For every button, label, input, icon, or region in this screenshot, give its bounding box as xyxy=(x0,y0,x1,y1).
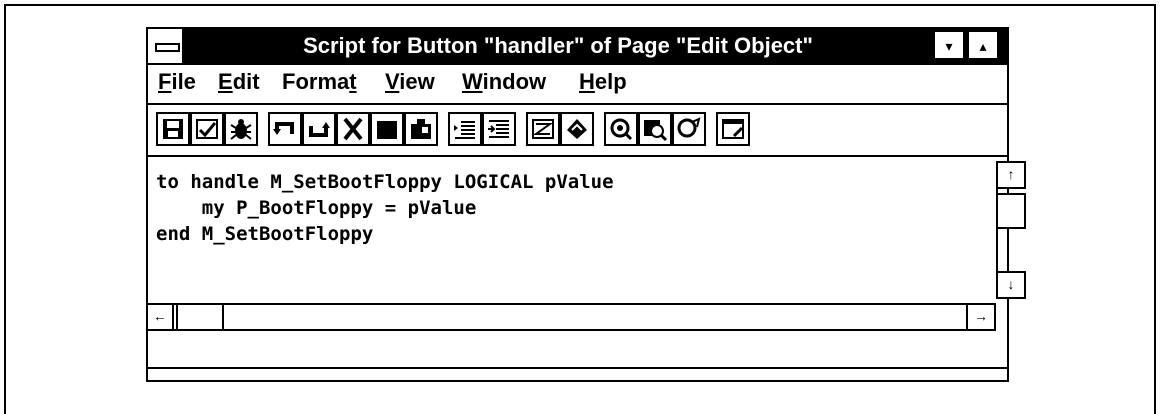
comment-icon xyxy=(532,119,554,139)
indent-icon xyxy=(454,121,475,139)
menu-bar: File Edit Format View Window Help xyxy=(148,65,1007,105)
maximize-icon: ▴ xyxy=(979,38,987,54)
search-icon xyxy=(610,118,633,141)
menu-view[interactable]: View xyxy=(385,69,435,95)
script-window: Script for Button "handler" of Page "Edi… xyxy=(146,27,1026,382)
paste-icon xyxy=(411,119,431,139)
undo-button[interactable] xyxy=(268,112,302,146)
copy-button[interactable] xyxy=(370,112,404,146)
menu-file[interactable]: File xyxy=(158,69,196,95)
scroll-down-button[interactable]: ↓ xyxy=(996,271,1026,299)
replace-icon xyxy=(677,117,701,138)
redo-button[interactable] xyxy=(302,112,336,146)
maximize-button[interactable]: ▴ xyxy=(968,31,998,59)
arrow-up-icon: ↑ xyxy=(1007,166,1015,182)
cut-button[interactable] xyxy=(336,112,370,146)
system-menu-button[interactable] xyxy=(148,29,184,63)
properties-button[interactable] xyxy=(716,112,750,146)
check-syntax-icon xyxy=(196,119,218,139)
copy-icon xyxy=(377,121,397,139)
undo-icon xyxy=(273,122,294,135)
find-button[interactable] xyxy=(560,112,594,146)
arrow-down-icon: ↓ xyxy=(1007,276,1015,292)
window-title: Script for Button "handler" of Page "Edi… xyxy=(303,33,813,58)
check-syntax-button[interactable] xyxy=(190,112,224,146)
status-bar xyxy=(148,333,1007,369)
scroll-left-button[interactable]: ← xyxy=(146,303,174,331)
scroll-up-button[interactable]: ↑ xyxy=(996,161,1026,189)
redo-icon xyxy=(309,122,330,137)
toolbar xyxy=(148,105,1007,157)
horizontal-scrollbar[interactable]: ← → xyxy=(146,303,996,331)
minimize-icon: ▾ xyxy=(945,38,953,54)
vertical-scrollbar[interactable]: ↑ ↓ xyxy=(996,161,1026,299)
save-script-icon xyxy=(163,119,183,139)
system-menu-icon xyxy=(155,43,180,52)
paste-button[interactable] xyxy=(404,112,438,146)
debug-button[interactable] xyxy=(224,112,258,146)
indent-button[interactable] xyxy=(448,112,482,146)
menu-window[interactable]: Window xyxy=(462,69,546,95)
properties-icon xyxy=(722,119,744,139)
menu-help[interactable]: Help xyxy=(579,69,627,95)
outdent-button[interactable] xyxy=(482,112,516,146)
code-area[interactable]: to handle M_SetBootFloppy LOGICAL pValue… xyxy=(156,169,614,247)
find-next-icon xyxy=(644,120,668,142)
debug-bug-icon xyxy=(230,119,252,140)
save-script-button[interactable] xyxy=(156,112,190,146)
title-bar[interactable]: Script for Button "handler" of Page "Edi… xyxy=(148,29,1007,65)
code-line: to handle M_SetBootFloppy LOGICAL pValue xyxy=(156,171,614,193)
comment-button[interactable] xyxy=(526,112,560,146)
cut-icon xyxy=(343,117,363,141)
find-icon xyxy=(567,119,587,139)
code-line: my P_BootFloppy = pValue xyxy=(156,197,477,219)
vertical-scroll-thumb[interactable] xyxy=(996,193,1026,229)
menu-format[interactable]: Format xyxy=(282,69,357,95)
menu-edit[interactable]: Edit xyxy=(218,69,260,95)
find-next-button[interactable] xyxy=(638,112,672,146)
code-line: end M_SetBootFloppy xyxy=(156,223,374,245)
search-button[interactable] xyxy=(604,112,638,146)
outdent-icon xyxy=(488,120,509,138)
minimize-button[interactable]: ▾ xyxy=(934,31,964,59)
arrow-right-icon: → xyxy=(974,308,988,324)
scroll-right-button[interactable]: → xyxy=(966,303,996,331)
arrow-left-icon: ← xyxy=(153,308,167,324)
replace-button[interactable] xyxy=(672,112,706,146)
script-editor[interactable]: to handle M_SetBootFloppy LOGICAL pValue… xyxy=(148,157,1026,300)
horizontal-scroll-thumb[interactable] xyxy=(176,303,224,331)
